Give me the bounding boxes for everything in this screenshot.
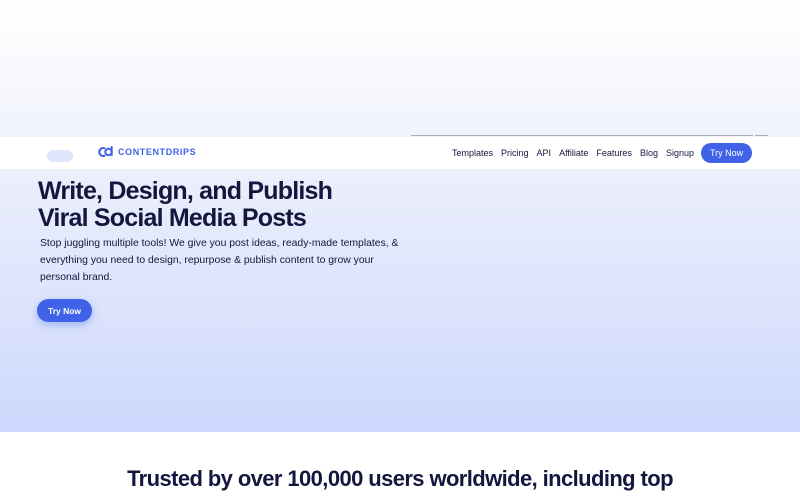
nav-link-affiliate[interactable]: Affiliate (559, 143, 588, 163)
hero-title: Write, Design, and Publish Viral Social … (38, 177, 333, 232)
ghost-banner (47, 150, 73, 162)
hero-try-now-button[interactable]: Try Now (37, 299, 92, 322)
trusted-heading: Trusted by over 100,000 users worldwide,… (127, 466, 673, 491)
divider-line-short (755, 135, 768, 136)
nav-link-features[interactable]: Features (596, 143, 632, 163)
brand-name: CONTENTDRIPS (118, 147, 197, 157)
nav-try-now-button[interactable]: Try Now (701, 143, 753, 163)
nav-link-blog[interactable]: Blog (640, 143, 658, 163)
nav-link-templates[interactable]: Templates (452, 143, 493, 163)
hero-title-line1: Write, Design, and Publish (38, 177, 333, 205)
divider-line (411, 135, 753, 136)
contentdrips-logo-icon (98, 146, 113, 157)
main-nav: Templates Pricing API Affiliate Features… (452, 143, 753, 163)
ghost-pill (47, 150, 73, 162)
hero-subtitle: Stop juggling multiple tools! We give yo… (40, 238, 399, 283)
nav-link-api[interactable]: API (537, 143, 552, 163)
brand-logo[interactable]: CONTENTDRIPS (98, 146, 196, 158)
nav-link-pricing[interactable]: Pricing (501, 143, 529, 163)
nav-link-signup[interactable]: Signup (666, 143, 694, 163)
hero-title-line2: Viral Social Media Posts (38, 204, 307, 232)
